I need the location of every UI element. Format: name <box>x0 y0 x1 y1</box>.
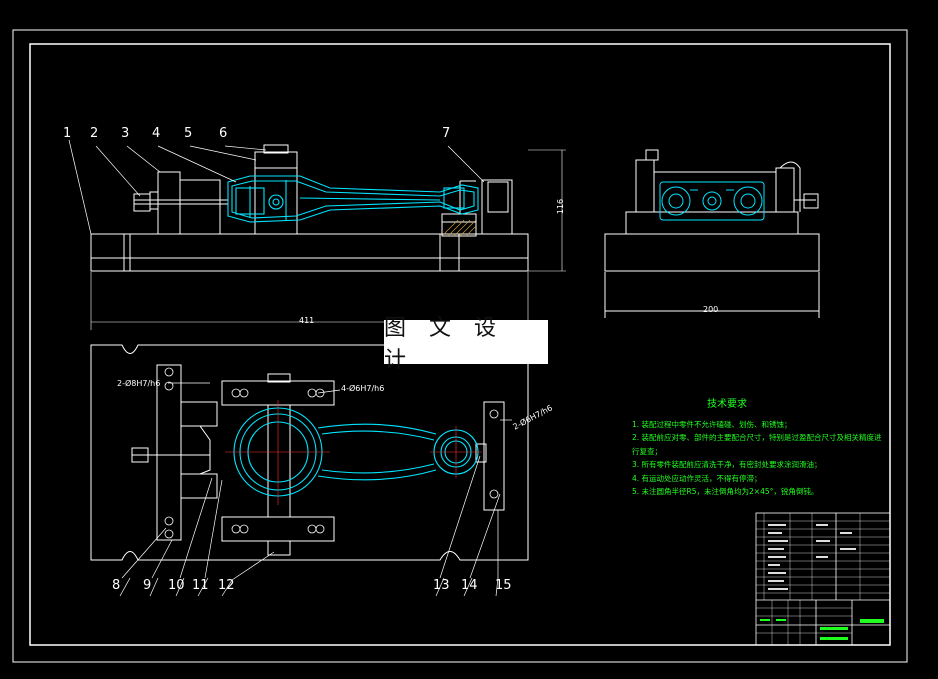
requirement-1: 1. 装配过程中零件不允许磕碰、划伤、和锈蚀； <box>632 419 792 429</box>
dim-height: 116 <box>556 198 566 215</box>
part-label-7: 7 <box>442 126 451 141</box>
leaders-bottom <box>119 382 512 597</box>
front-dims <box>90 149 566 330</box>
part-label-9: 9 <box>143 578 152 593</box>
side-view <box>604 149 820 318</box>
part-label-4: 4 <box>152 126 161 141</box>
requirement-4: 4. 有运动处应动作灵活，不得有停滞； <box>632 473 762 483</box>
centre-lines <box>225 400 482 505</box>
leaders-front <box>68 139 485 235</box>
part-label-12: 12 <box>218 578 235 593</box>
dim-hole-top-mid: 4-Ø6H7/h6 <box>341 384 385 393</box>
watermark: 图 文 设 计 <box>384 316 548 373</box>
requirement-5: 5. 未注圆角半径R5，未注倒角均为2×45°，锐角倒钝。 <box>632 487 819 496</box>
requirement-3: 3. 所有零件装配前应清洗干净，有密封处要求涂润滑油； <box>632 460 822 469</box>
part-label-11: 11 <box>192 578 209 593</box>
top-view <box>90 344 529 561</box>
part-label-13: 13 <box>433 578 450 593</box>
part-label-14: 14 <box>461 578 478 593</box>
part-label-10: 10 <box>168 578 185 593</box>
part-label-1: 1 <box>63 126 72 141</box>
dim-width: 200 <box>703 305 719 314</box>
part-label-8: 8 <box>112 578 121 593</box>
part-label-15: 15 <box>495 578 512 593</box>
top-view-holes <box>164 367 499 539</box>
title-block-text-marks <box>760 619 884 640</box>
part-label-2: 2 <box>90 126 99 141</box>
part-label-6: 6 <box>219 126 228 141</box>
front-view-connecting-rod <box>227 175 479 223</box>
dim-length: 411 <box>299 316 315 325</box>
side-view-rod <box>659 181 765 221</box>
dim-hole-top-left: 2-Ø8H7/h6 <box>117 379 161 388</box>
part-label-5: 5 <box>184 126 193 141</box>
technical-requirements-title: 技术要求 <box>707 399 747 410</box>
requirement-2: 2. 装配前应对零、部件的主要配合尺寸，特别是过盈配合尺寸及相关精度进行复查； <box>632 433 882 456</box>
part-label-3: 3 <box>121 126 130 141</box>
technical-requirements: 技术要求 1. 装配过程中零件不允许磕碰、划伤、和锈蚀； 2. 装配前应对零、部… <box>632 398 892 499</box>
